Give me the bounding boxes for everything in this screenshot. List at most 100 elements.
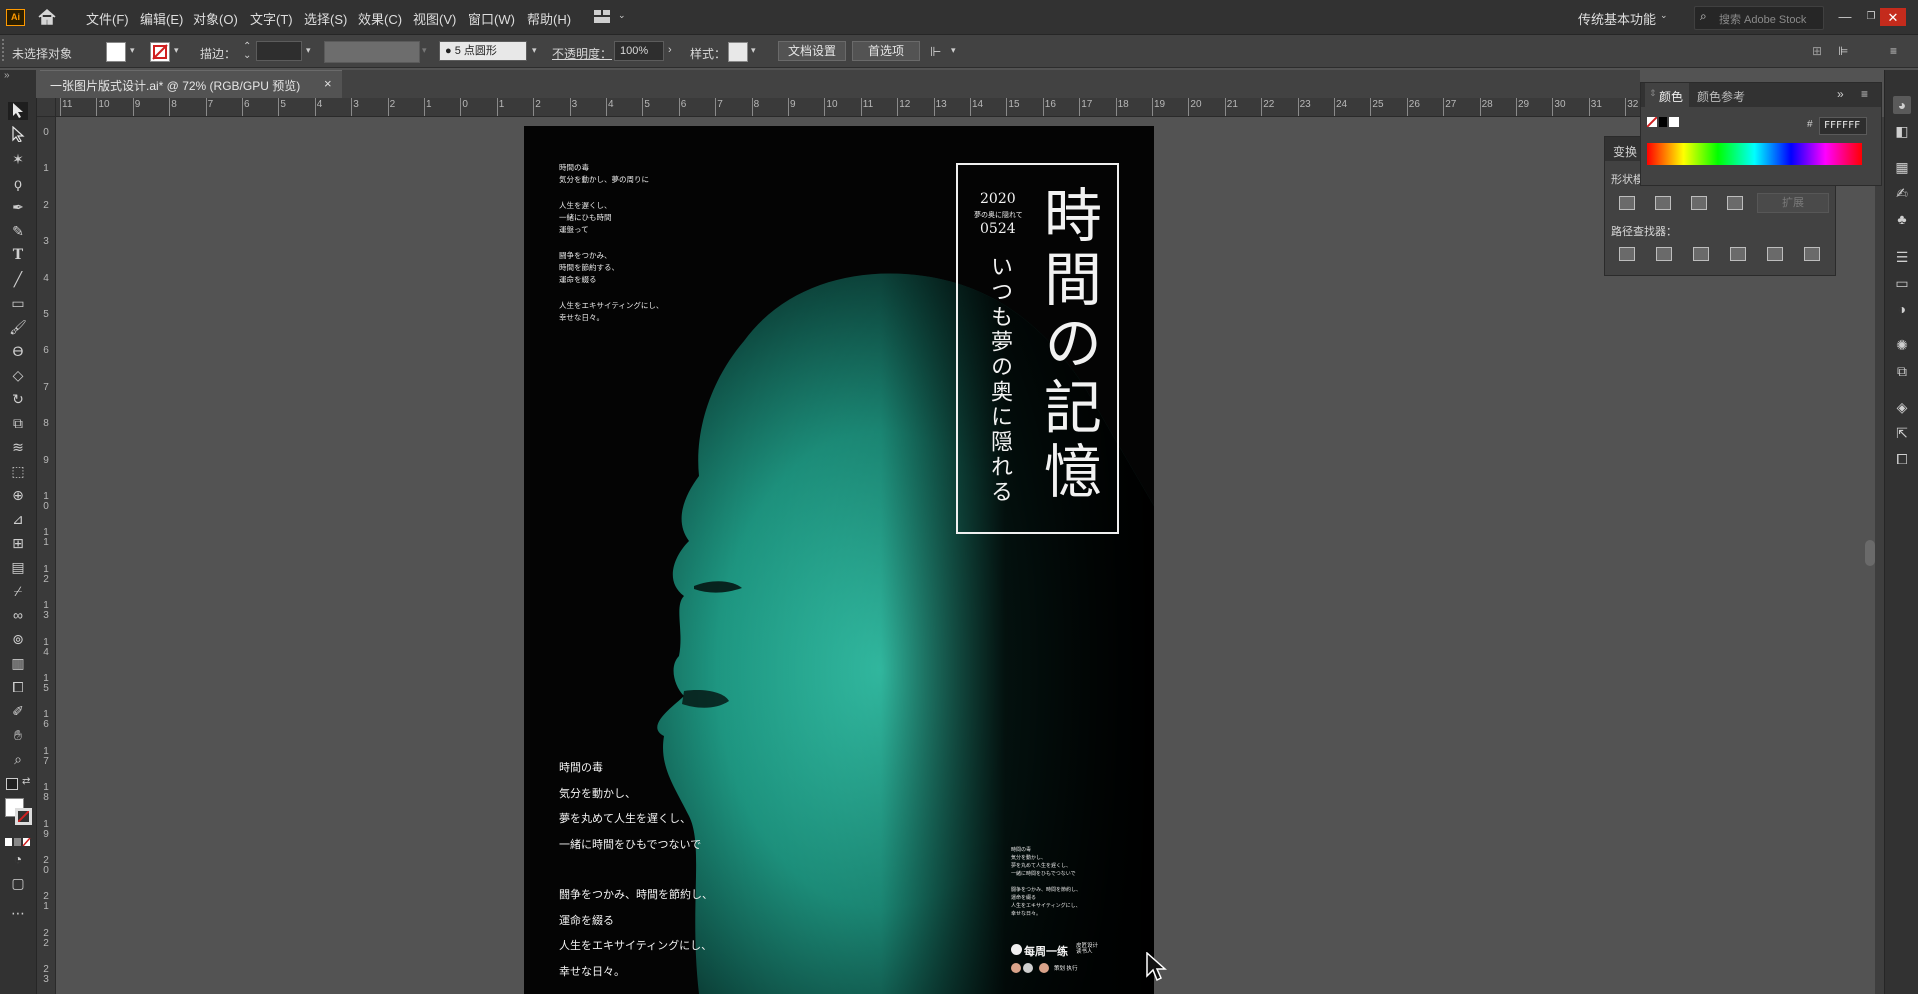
brush-definition[interactable]: ● 5 点圆形 — [439, 41, 527, 61]
chevron-down-icon[interactable]: ▾ — [130, 45, 135, 56]
menu-edit[interactable]: 编辑(E) — [140, 9, 183, 28]
default-colors-icon[interactable] — [6, 778, 18, 790]
close-tab-icon[interactable]: × — [324, 76, 332, 91]
collapse-icon[interactable]: » — [4, 70, 10, 81]
layers-icon[interactable]: ◈ — [1893, 398, 1911, 416]
transparency-icon[interactable]: ◑ — [1893, 300, 1911, 318]
free-transform-tool-icon[interactable]: ⬚ — [8, 462, 28, 480]
menu-file[interactable]: 文件(F) — [86, 9, 129, 28]
document-setup-button[interactable]: 文档设置 — [778, 41, 846, 61]
outline-icon[interactable] — [1767, 247, 1783, 261]
intersect-icon[interactable] — [1691, 196, 1707, 210]
grip-handle[interactable] — [2, 39, 7, 61]
swap-colors-icon[interactable]: ⇄ — [22, 776, 30, 787]
fill-swatch[interactable] — [106, 42, 126, 62]
panel-menu-icon[interactable]: ≡ — [1861, 87, 1868, 101]
gradient-tool-icon[interactable]: ▤ — [8, 558, 28, 576]
scale-tool-icon[interactable]: ⧉ — [8, 414, 28, 432]
more-tools-icon[interactable]: ⋯ — [8, 904, 28, 922]
menu-lines-icon[interactable]: ≡ — [1890, 44, 1897, 58]
menu-effect[interactable]: 效果(C) — [358, 9, 402, 28]
brushes-icon[interactable]: ✍ — [1893, 184, 1911, 202]
chevron-down-icon[interactable]: ▾ — [306, 45, 311, 56]
column-graph-tool-icon[interactable]: ▥ — [8, 654, 28, 672]
lasso-tool-icon[interactable]: ϙ — [8, 174, 28, 192]
vertical-ruler[interactable]: 0123456789101112131415161718192021222324 — [37, 116, 56, 994]
type-tool-icon[interactable]: T — [8, 246, 28, 264]
white-swatch[interactable] — [1669, 117, 1679, 127]
preferences-button[interactable]: 首选项 — [852, 41, 920, 61]
arrange-documents-icon[interactable] — [594, 10, 610, 23]
color-spectrum[interactable] — [1647, 143, 1862, 165]
horizontal-ruler[interactable]: 11 10 9 8 7 6 5 4 3 2 1 0 1 2 3 4 5 6 7 8 9 10 11 12 13 14 15 16 17 1… — [37, 98, 1641, 117]
close-window-button[interactable]: ✕ — [1880, 8, 1906, 26]
opacity-field[interactable]: 100% — [614, 41, 664, 61]
artboard-tool-icon[interactable]: ⧠ — [8, 678, 28, 696]
poster-artboard[interactable]: 時間の毒 気分を動かし、夢の周りに 人生を遅くし、 一緒にひも時間 運盤って 闘… — [524, 126, 1154, 994]
tab-transform[interactable]: 变换 — [1613, 143, 1637, 160]
screen-mode-icon[interactable]: ▢ — [8, 874, 28, 892]
symbols-icon[interactable]: ♣ — [1893, 210, 1911, 228]
menu-view[interactable]: 视图(V) — [413, 9, 456, 28]
mesh-tool-icon[interactable]: ⊞ — [8, 534, 28, 552]
expand-button[interactable]: 扩展 — [1757, 193, 1829, 213]
stock-search-input[interactable]: ⌕ 搜索 Adobe Stock — [1694, 6, 1824, 30]
chevron-down-icon[interactable]: ⌄ — [618, 10, 626, 21]
shaper-tool-icon[interactable]: ϴ — [8, 342, 28, 360]
home-icon[interactable] — [36, 7, 58, 27]
symbol-sprayer-tool-icon[interactable]: ⊚ — [8, 630, 28, 648]
tab-color[interactable]: ⇕ 颜色 — [1645, 83, 1689, 107]
stroke-weight-field[interactable] — [256, 41, 302, 61]
stroke-panel-icon[interactable]: ☰ — [1893, 248, 1911, 266]
graphic-styles-icon[interactable]: ⧉ — [1893, 362, 1911, 380]
crop-icon[interactable] — [1730, 247, 1746, 261]
eyedropper-tool-icon[interactable]: ⌿ — [8, 582, 28, 600]
minus-front-icon[interactable] — [1655, 196, 1671, 210]
chevron-down-icon[interactable]: ▾ — [751, 45, 756, 56]
slice-tool-icon[interactable]: ✐ — [8, 702, 28, 720]
rectangle-tool-icon[interactable]: ▭ — [8, 294, 28, 312]
blend-tool-icon[interactable]: ∞ — [8, 606, 28, 624]
exclude-icon[interactable] — [1727, 196, 1743, 210]
none-swatch[interactable] — [1647, 117, 1657, 127]
chevron-down-icon[interactable]: ▾ — [532, 45, 537, 56]
workspace-switcher[interactable]: 传统基本功能 — [1578, 9, 1656, 28]
merge-icon[interactable] — [1693, 247, 1709, 261]
eraser-tool-icon[interactable]: ◇ — [8, 366, 28, 384]
tab-color-guide[interactable]: 颜色参考 — [1693, 83, 1753, 107]
menu-object[interactable]: 对象(O) — [193, 9, 238, 28]
opacity-label[interactable]: 不透明度： — [552, 45, 612, 62]
chevron-down-icon[interactable]: ▾ — [174, 45, 179, 56]
scrollbar-thumb[interactable] — [1865, 540, 1875, 566]
warp-tool-icon[interactable]: ≋ — [8, 438, 28, 456]
color-mode-icons[interactable] — [5, 835, 31, 847]
minimize-button[interactable]: — — [1832, 7, 1858, 27]
stroke-stepper[interactable]: ⌃ ⌄ — [243, 42, 251, 61]
collapse-panel-icon[interactable]: » — [1837, 87, 1844, 101]
align-icon[interactable]: ⊩ — [930, 44, 946, 59]
document-tab[interactable]: 一张图片版式设计.ai* @ 72% (RGB/GPU 预览) × — [40, 70, 342, 98]
perspective-grid-tool-icon[interactable]: ⊿ — [8, 510, 28, 528]
magic-wand-tool-icon[interactable]: ✶ — [8, 150, 28, 168]
align-panel-icon[interactable]: ⊫ — [1838, 44, 1848, 58]
chevron-down-icon[interactable]: ▾ — [951, 45, 956, 56]
chevron-down-icon[interactable]: ⌄ — [1660, 10, 1668, 21]
menu-help[interactable]: 帮助(H) — [527, 9, 571, 28]
rotate-tool-icon[interactable]: ↻ — [8, 390, 28, 408]
menu-type[interactable]: 文字(T) — [250, 9, 293, 28]
gradient-panel-icon[interactable]: ▭ — [1893, 274, 1911, 292]
color-guide-icon[interactable]: ◧ — [1893, 122, 1911, 140]
trim-icon[interactable] — [1656, 247, 1672, 261]
minus-back-icon[interactable] — [1804, 247, 1820, 261]
swatches-icon[interactable]: ▦ — [1893, 158, 1911, 176]
drawing-mode-icon[interactable]: ◔ — [8, 850, 28, 868]
hand-tool-icon[interactable]: ✋︎ — [8, 726, 28, 744]
color-panel-icon[interactable]: ◕ — [1893, 96, 1911, 114]
shape-builder-tool-icon[interactable]: ⊕ — [8, 486, 28, 504]
menu-select[interactable]: 选择(S) — [304, 9, 347, 28]
divide-icon[interactable] — [1619, 247, 1635, 261]
export-icon[interactable]: ⇱ — [1893, 424, 1911, 442]
unite-icon[interactable] — [1619, 196, 1635, 210]
paintbrush-tool-icon[interactable]: 🖌︎ — [8, 318, 28, 336]
graphic-style-swatch[interactable] — [728, 42, 748, 62]
